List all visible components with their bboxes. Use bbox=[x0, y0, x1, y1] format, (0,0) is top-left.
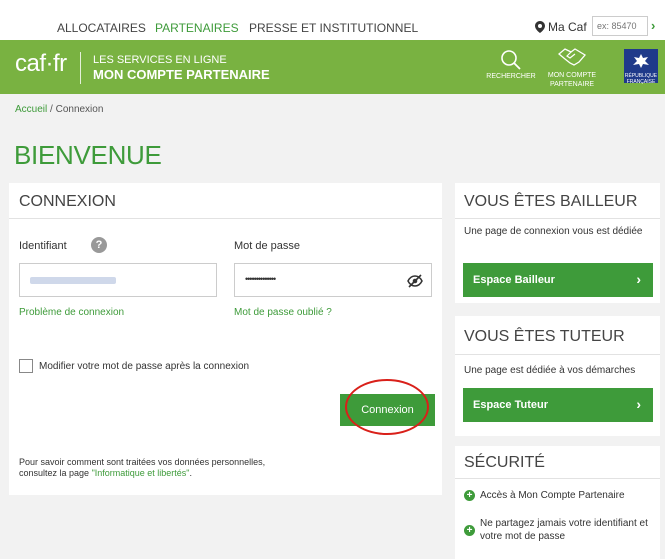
breadcrumb-current: Connexion bbox=[55, 104, 104, 115]
tuteur-title: VOUS ÊTES TUTEUR bbox=[464, 328, 625, 345]
handshake-icon bbox=[557, 48, 586, 66]
tuteur-text: Une page est dédiée à vos démarches bbox=[464, 365, 636, 376]
securite-title: SÉCURITÉ bbox=[464, 454, 545, 471]
login-title: CONNEXION bbox=[19, 193, 116, 210]
identifiant-label: Identifiant bbox=[19, 240, 67, 252]
login-divider bbox=[9, 218, 442, 219]
securite-item: Accès à Mon Compte Partenaire bbox=[480, 490, 625, 501]
chevron-right-icon: › bbox=[636, 396, 641, 412]
privacy-text-2: consultez la page bbox=[19, 468, 92, 478]
tab-presse[interactable]: PRESSE ET INSTITUTIONNEL bbox=[249, 21, 418, 35]
banner-title: MON COMPTE PARTENAIRE bbox=[93, 67, 270, 82]
search-button[interactable]: RECHERCHER bbox=[484, 49, 538, 80]
bailleur-title: VOUS ÊTES BAILLEUR bbox=[464, 193, 638, 210]
marianne-icon bbox=[633, 54, 649, 68]
account-button[interactable]: MON COMPTE PARTENAIRE bbox=[540, 46, 604, 89]
bailleur-text: Une page de connexion vous est dédiée bbox=[464, 226, 643, 237]
tab-allocataires[interactable]: ALLOCATAIRES bbox=[57, 21, 146, 35]
search-icon bbox=[501, 50, 521, 70]
password-input[interactable]: •••••••••••••• bbox=[234, 263, 432, 297]
account-label-1: MON COMPTE bbox=[547, 72, 597, 79]
top-nav: ALLOCATAIRES PARTENAIRES PRESSE ET INSTI… bbox=[0, 0, 665, 40]
forgot-password-link[interactable]: Mot de passe oublié ? bbox=[234, 307, 332, 318]
rf-label: RÉPUBLIQUE FRANÇAISE bbox=[624, 73, 658, 85]
breadcrumb-home-link[interactable]: Accueil bbox=[15, 104, 47, 115]
login-card: CONNEXION Identifiant ? Mot de passe •••… bbox=[9, 183, 442, 495]
account-label-2: PARTENAIRE bbox=[549, 81, 595, 88]
postal-code-input[interactable] bbox=[592, 16, 648, 36]
search-label: RECHERCHER bbox=[486, 73, 536, 80]
bailleur-card: VOUS ÊTES BAILLEUR Une page de connexion… bbox=[455, 183, 660, 303]
privacy-end: . bbox=[189, 468, 193, 478]
espace-tuteur-label: Espace Tuteur bbox=[473, 399, 548, 411]
location-pin-icon bbox=[535, 21, 545, 33]
chevron-right-icon[interactable]: › bbox=[651, 18, 655, 33]
chevron-right-icon: › bbox=[636, 271, 641, 287]
connection-problem-link[interactable]: Problème de connexion bbox=[19, 307, 124, 318]
espace-bailleur-label: Espace Bailleur bbox=[473, 274, 555, 286]
privacy-text-1: Pour savoir comment sont traitées vos do… bbox=[19, 457, 266, 467]
privacy-link[interactable]: "Informatique et libertés" bbox=[92, 468, 190, 478]
securite-divider bbox=[455, 478, 660, 479]
bailleur-divider bbox=[455, 218, 660, 219]
ma-caf-link[interactable]: Ma Caf bbox=[535, 20, 587, 34]
plus-circle-icon: + bbox=[464, 490, 475, 501]
tuteur-card: VOUS ÊTES TUTEUR Une page est dédiée à v… bbox=[455, 316, 660, 436]
privacy-notice: Pour savoir comment sont traitées vos do… bbox=[19, 457, 339, 479]
breadcrumb-separator: / bbox=[47, 104, 56, 115]
securite-card: SÉCURITÉ + Accès à Mon Compte Partenaire… bbox=[455, 446, 660, 559]
password-label: Mot de passe bbox=[234, 240, 301, 252]
banner-subtitle: LES SERVICES EN LIGNE bbox=[93, 54, 227, 66]
republique-francaise-logo: RÉPUBLIQUE FRANÇAISE bbox=[624, 49, 658, 85]
page-title: BIENVENUE bbox=[14, 140, 162, 170]
connexion-button[interactable]: Connexion bbox=[340, 394, 435, 426]
password-value: •••••••••••••• bbox=[245, 274, 276, 284]
breadcrumb: Accueil / Connexion bbox=[15, 104, 103, 115]
change-password-label: Modifier votre mot de passe après la con… bbox=[39, 361, 250, 372]
caf-logo[interactable]: caf·fr bbox=[15, 50, 67, 78]
identifiant-input[interactable] bbox=[19, 263, 217, 297]
espace-tuteur-button[interactable]: Espace Tuteur › bbox=[463, 388, 653, 422]
help-icon[interactable]: ? bbox=[91, 237, 107, 253]
redacted-identifier bbox=[30, 277, 116, 284]
eye-slash-icon[interactable] bbox=[407, 274, 423, 288]
change-password-checkbox[interactable] bbox=[19, 359, 33, 373]
ma-caf-label: Ma Caf bbox=[548, 20, 587, 34]
logo-divider bbox=[80, 52, 81, 84]
tab-partenaires[interactable]: PARTENAIRES bbox=[155, 21, 239, 35]
tuteur-divider bbox=[455, 354, 660, 355]
securite-item: Ne partagez jamais votre identifiant et … bbox=[480, 518, 648, 542]
plus-circle-icon: + bbox=[464, 525, 475, 536]
espace-bailleur-button[interactable]: Espace Bailleur › bbox=[463, 263, 653, 297]
header-banner: caf·fr LES SERVICES EN LIGNE MON COMPTE … bbox=[0, 40, 665, 94]
